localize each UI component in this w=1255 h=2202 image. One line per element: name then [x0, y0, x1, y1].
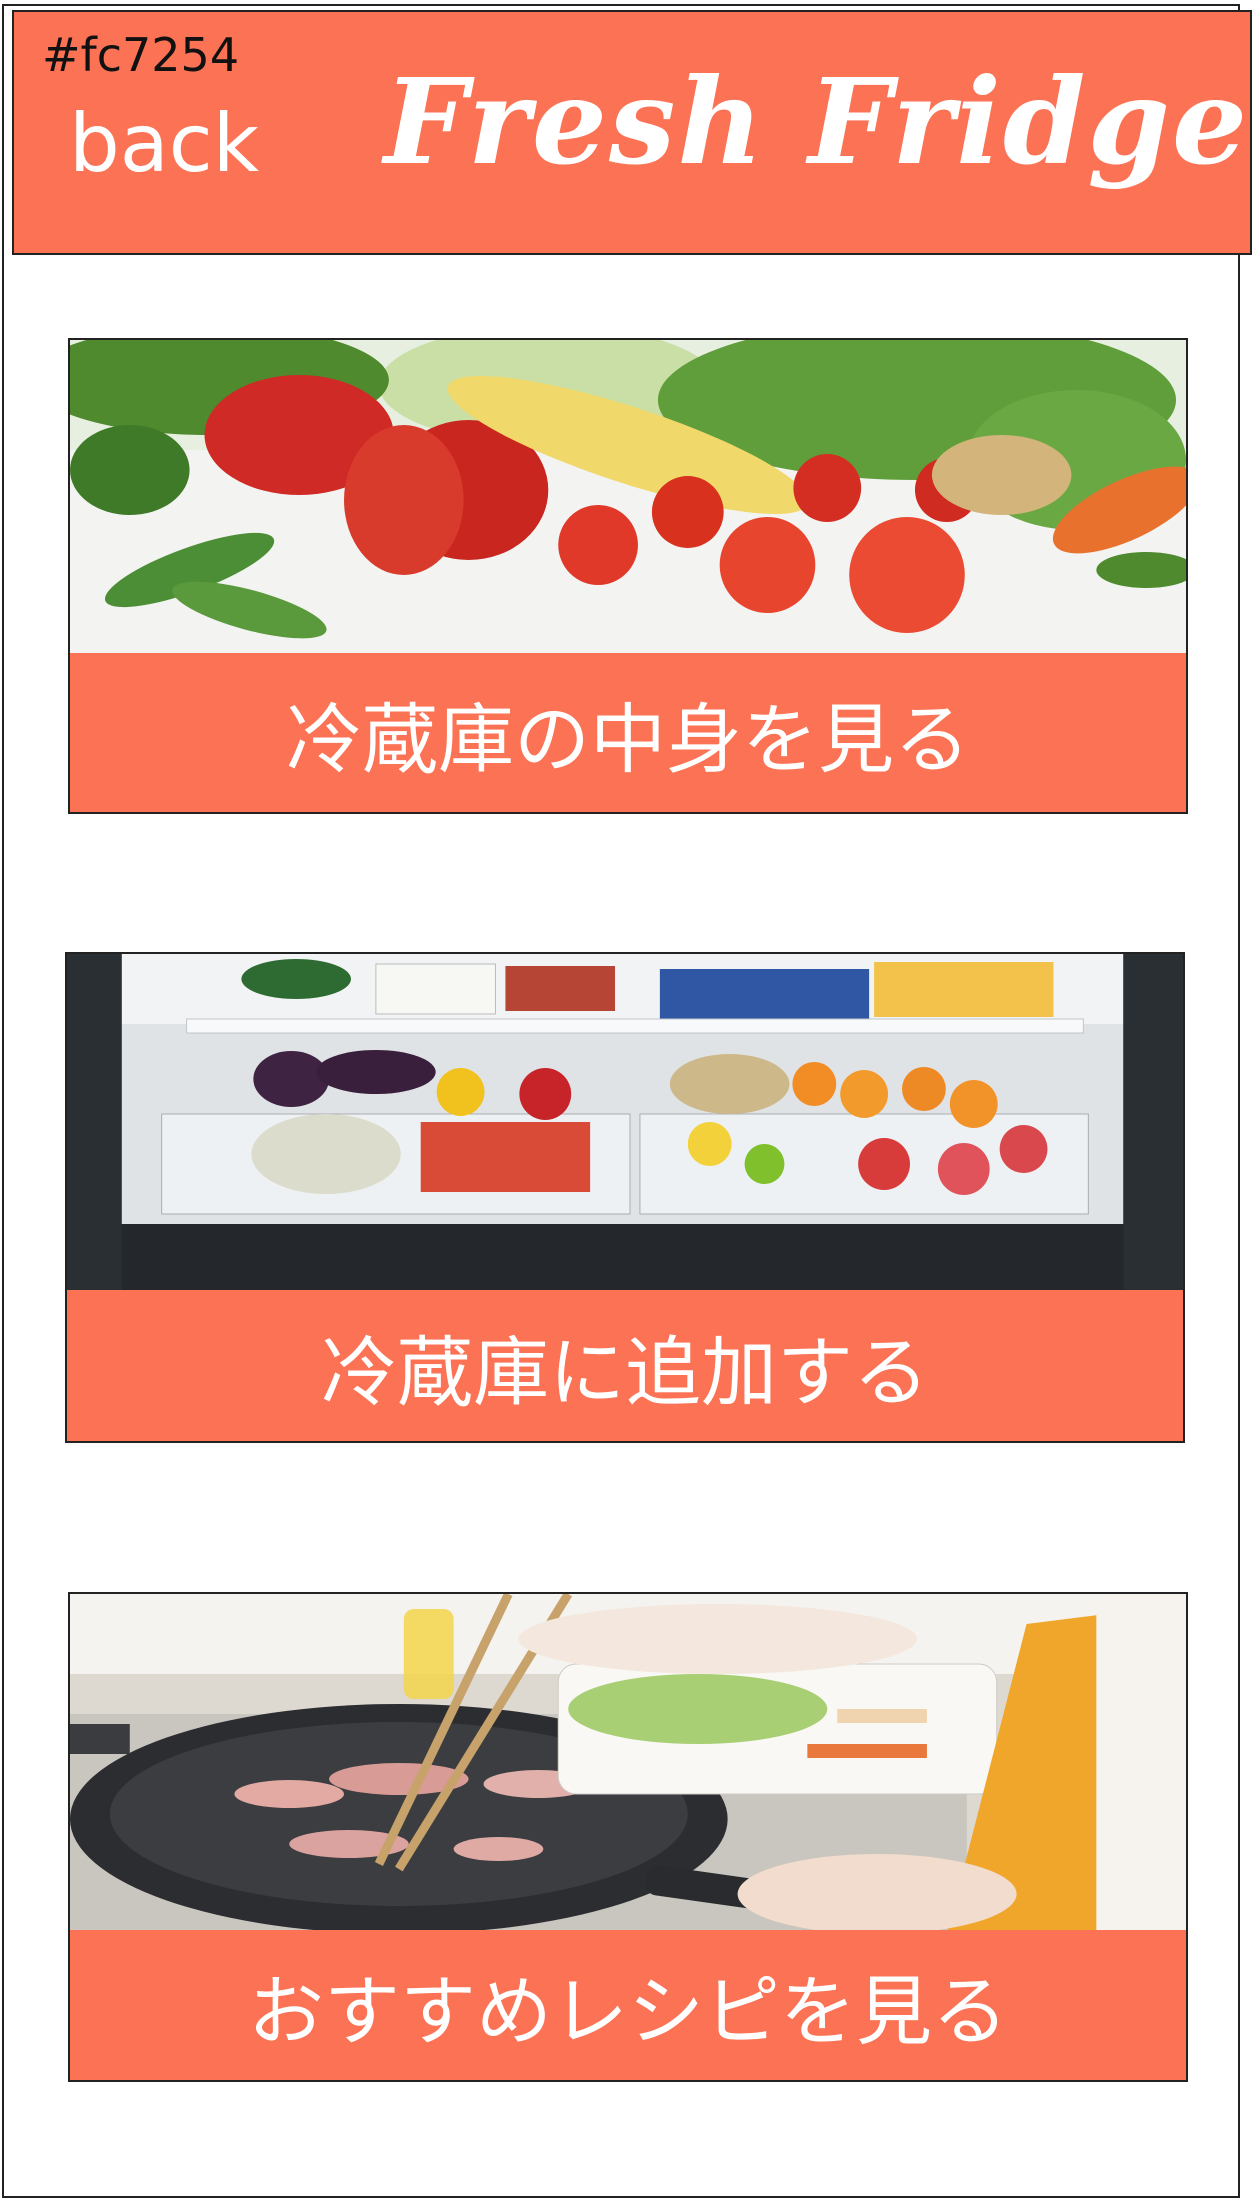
- app-title: Fresh Fridge: [384, 52, 1250, 191]
- recommended-recipes-button[interactable]: おすすめレシピを見る: [70, 1930, 1186, 2080]
- back-button[interactable]: back: [69, 97, 259, 190]
- color-note: #fc7254: [42, 28, 240, 82]
- add-to-fridge-card[interactable]: 冷蔵庫に追加する: [65, 952, 1185, 1443]
- vegetables-photo: [70, 340, 1186, 655]
- view-fridge-contents-card[interactable]: 冷蔵庫の中身を見る: [68, 338, 1188, 814]
- view-fridge-contents-button[interactable]: 冷蔵庫の中身を見る: [70, 653, 1186, 812]
- fridge-drawers-photo: [67, 954, 1183, 1294]
- recommended-recipes-card[interactable]: おすすめレシピを見る: [68, 1592, 1188, 2082]
- cooking-photo: [70, 1594, 1186, 1934]
- app-header: #fc7254 back Fresh Fridge: [12, 10, 1252, 255]
- add-to-fridge-button[interactable]: 冷蔵庫に追加する: [67, 1290, 1183, 1441]
